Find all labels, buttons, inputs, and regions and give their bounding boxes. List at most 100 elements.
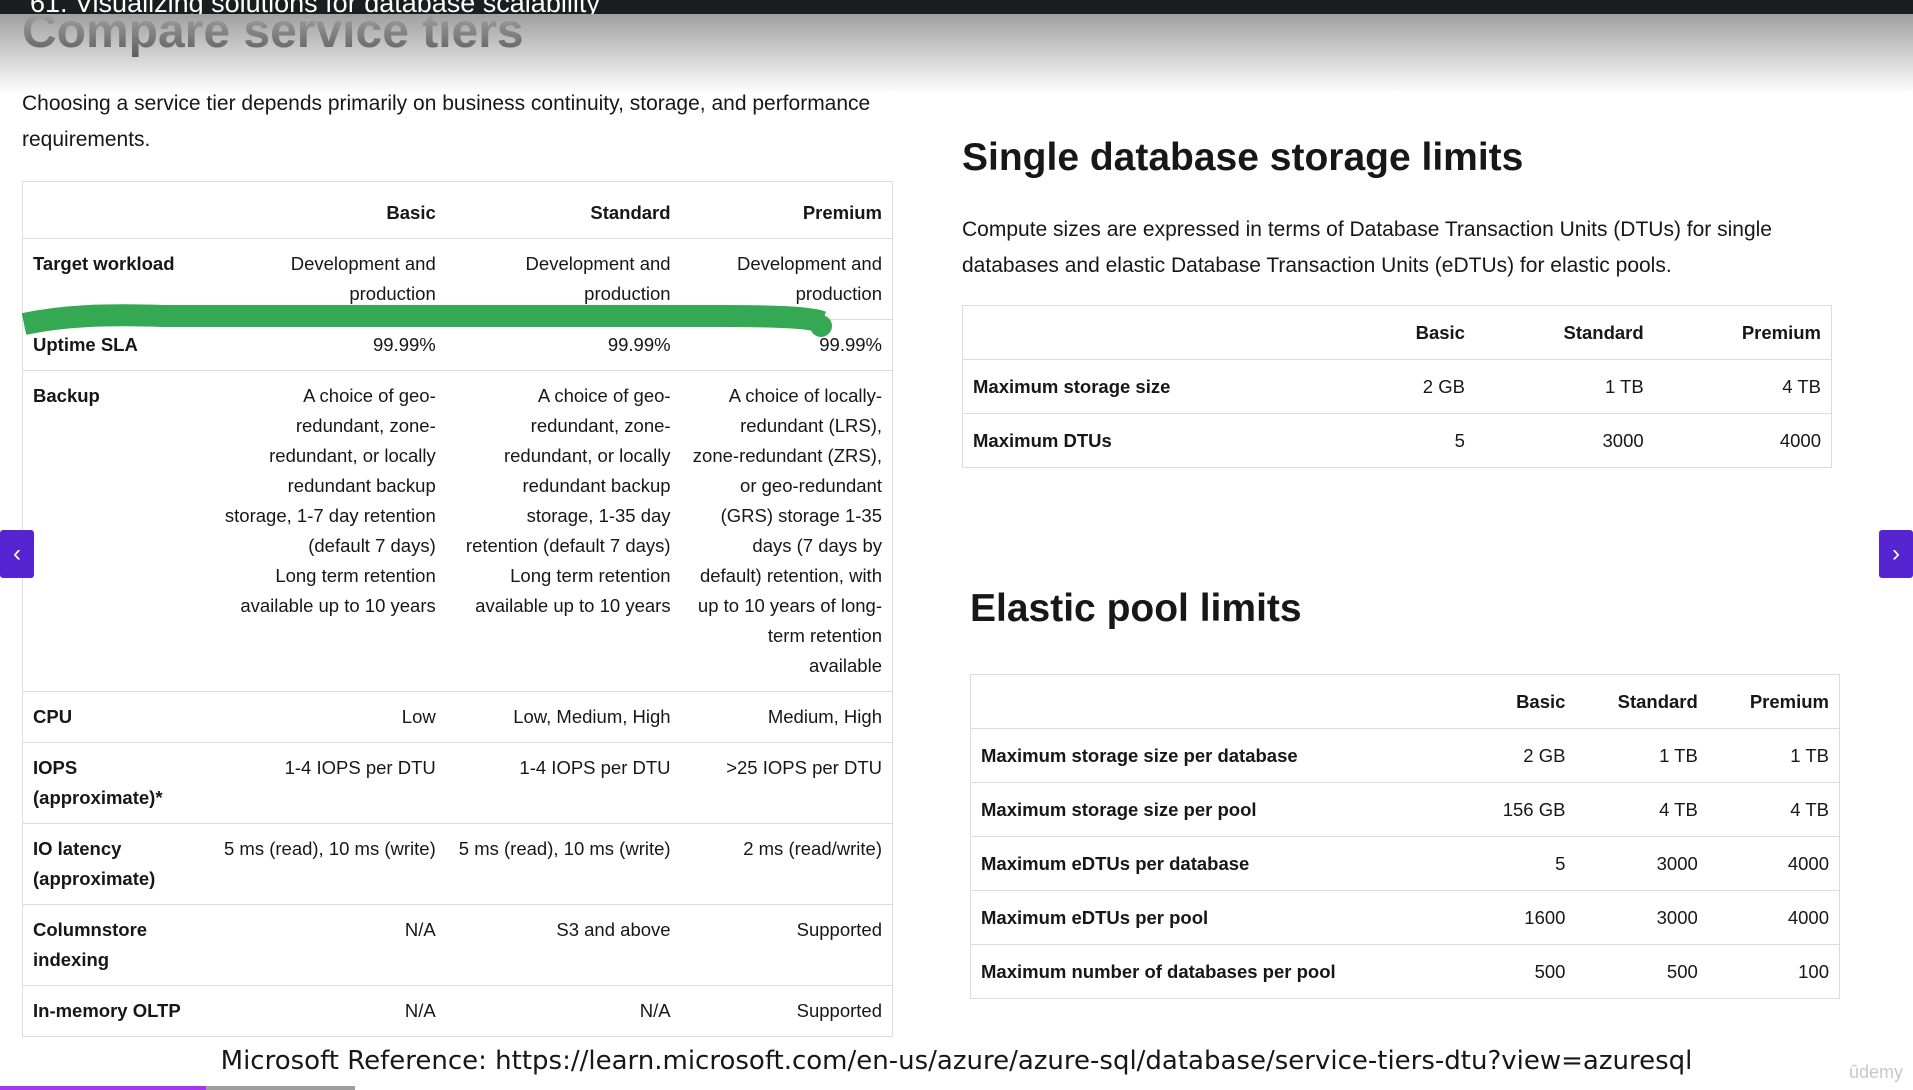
- cell-premium: 4 TB: [1653, 359, 1832, 414]
- table-row: Columnstore indexing N/A S3 and above Su…: [22, 904, 893, 986]
- backup-basic-text: A choice of geo-redundant, zone-redundan…: [224, 385, 436, 556]
- previous-lecture-button[interactable]: ‹: [0, 530, 34, 578]
- cell-premium: 100: [1707, 944, 1840, 999]
- cell-basic: 5: [1351, 413, 1475, 468]
- cell-basic: 156 GB: [1466, 782, 1576, 837]
- storage-limits-title: Single database storage limits: [962, 136, 1524, 179]
- header-standard: Standard: [1563, 322, 1644, 343]
- table-row: Maximum eDTUs per pool 1600 3000 4000: [970, 890, 1840, 945]
- table-row: Maximum storage size per database 2 GB 1…: [970, 728, 1840, 783]
- row-label: Backup: [22, 370, 211, 692]
- cell-standard: 3000: [1575, 890, 1708, 945]
- header-empty: [971, 675, 1467, 729]
- row-label: IOPS (approximate)*: [22, 742, 211, 824]
- cell-basic: 5 ms (read), 10 ms (write): [210, 823, 446, 905]
- cell-standard: 5 ms (read), 10 ms (write): [445, 823, 681, 905]
- cell-standard: S3 and above: [445, 904, 681, 986]
- cell-standard: 1 TB: [1474, 359, 1654, 414]
- table-row: IOPS (approximate)* 1-4 IOPS per DTU 1-4…: [22, 742, 893, 824]
- cell-standard: 4 TB: [1575, 782, 1708, 837]
- cell-standard: N/A: [445, 985, 681, 1037]
- cell-premium: 4000: [1707, 836, 1840, 891]
- cell-premium: 4 TB: [1707, 782, 1840, 837]
- header-premium: Premium: [802, 202, 882, 223]
- chevron-right-icon: ›: [1892, 540, 1900, 567]
- cell-premium: >25 IOPS per DTU: [680, 742, 893, 824]
- row-label: Target workload: [22, 238, 211, 320]
- storage-limits-intro: Compute sizes are expressed in terms of …: [962, 218, 1772, 277]
- cell-standard: 3000: [1575, 836, 1708, 891]
- table-row: Backup A choice of geo-redundant, zone-r…: [22, 370, 893, 692]
- cell-standard: Development and production: [445, 238, 681, 320]
- cell-basic: 1-4 IOPS per DTU: [210, 742, 446, 824]
- backup-premium-text: A choice of locally-redundant (LRS), zon…: [692, 385, 882, 676]
- header-empty: [23, 182, 211, 239]
- cell-basic: 500: [1466, 944, 1576, 999]
- table-row: Target workload Development and producti…: [22, 238, 893, 320]
- header-standard: Standard: [590, 202, 671, 223]
- cell-standard: 99.99%: [445, 319, 681, 371]
- cell-basic: N/A: [210, 904, 446, 986]
- table-row: Maximum DTUs 5 3000 4000: [962, 413, 1832, 468]
- row-label: Uptime SLA: [22, 319, 211, 371]
- header-premium: Premium: [1741, 322, 1821, 343]
- cell-basic: A choice of geo-redundant, zone-redundan…: [210, 370, 446, 692]
- chevron-left-icon: ‹: [13, 540, 21, 567]
- header-basic: Basic: [1516, 691, 1566, 712]
- row-label: Maximum storage size per database: [970, 728, 1467, 783]
- cell-standard: 1 TB: [1575, 728, 1708, 783]
- table-row: Maximum number of databases per pool 500…: [970, 944, 1840, 999]
- row-label: Maximum number of databases per pool: [970, 944, 1467, 999]
- header-empty: [963, 306, 1352, 360]
- elastic-pool-title: Elastic pool limits: [970, 587, 1302, 630]
- cell-premium: Development and production: [680, 238, 893, 320]
- cell-standard: 3000: [1474, 413, 1654, 468]
- header-standard: Standard: [1617, 691, 1698, 712]
- row-label: Maximum eDTUs per database: [970, 836, 1467, 891]
- row-label: Columnstore indexing: [22, 904, 211, 986]
- udemy-watermark: ûdemy: [1848, 1062, 1903, 1082]
- service-tiers-table: Basic Standard Premium Target workload D…: [22, 181, 893, 1037]
- cell-standard: 1-4 IOPS per DTU: [445, 742, 681, 824]
- table-header-row: Basic Standard Premium: [963, 306, 1832, 360]
- row-label: IO latency (approximate): [22, 823, 211, 905]
- video-progress-fill: [0, 1086, 206, 1090]
- cell-basic: Development and production: [210, 238, 446, 320]
- backup-standard-text: A choice of geo-redundant, zone-redundan…: [465, 385, 671, 556]
- elastic-pool-table: Basic Standard Premium Maximum storage s…: [970, 674, 1840, 999]
- row-label: Maximum eDTUs per pool: [970, 890, 1467, 945]
- cell-premium: 99.99%: [680, 319, 893, 371]
- table-row: Maximum storage size per pool 156 GB 4 T…: [970, 782, 1840, 837]
- cell-basic: 1600: [1466, 890, 1576, 945]
- cell-premium: Supported: [680, 904, 893, 986]
- compare-tiers-intro: Choosing a service tier depends primaril…: [22, 92, 871, 151]
- row-label: Maximum storage size per pool: [970, 782, 1467, 837]
- backup-standard-extra: Long term retention available up to 10 y…: [475, 565, 671, 616]
- cell-basic: 99.99%: [210, 319, 446, 371]
- cell-basic: 2 GB: [1351, 359, 1475, 414]
- cell-standard: 500: [1575, 944, 1708, 999]
- cell-basic: Low: [210, 691, 446, 743]
- cell-basic: N/A: [210, 985, 446, 1037]
- storage-limits-table: Basic Standard Premium Maximum storage s…: [962, 305, 1832, 468]
- cell-basic: 5: [1466, 836, 1576, 891]
- row-label: Maximum storage size: [962, 359, 1352, 414]
- row-label: CPU: [22, 691, 211, 743]
- next-lecture-button[interactable]: ›: [1879, 530, 1913, 578]
- cell-premium: 2 ms (read/write): [680, 823, 893, 905]
- cell-premium: Medium, High: [680, 691, 893, 743]
- table-row: IO latency (approximate) 5 ms (read), 10…: [22, 823, 893, 905]
- backup-basic-extra: Long term retention available up to 10 y…: [240, 565, 436, 616]
- cell-premium: A choice of locally-redundant (LRS), zon…: [680, 370, 893, 692]
- cell-standard: Low, Medium, High: [445, 691, 681, 743]
- cell-premium: Supported: [680, 985, 893, 1037]
- row-label: In-memory OLTP: [22, 985, 211, 1037]
- header-premium: Premium: [1749, 691, 1829, 712]
- table-row: Maximum eDTUs per database 5 3000 4000: [970, 836, 1840, 891]
- compare-tiers-title: Compare service tiers: [22, 5, 524, 58]
- row-label: Maximum DTUs: [962, 413, 1352, 468]
- cell-premium: 4000: [1653, 413, 1832, 468]
- cell-premium: 4000: [1707, 890, 1840, 945]
- header-basic: Basic: [1415, 322, 1465, 343]
- cell-premium: 1 TB: [1707, 728, 1840, 783]
